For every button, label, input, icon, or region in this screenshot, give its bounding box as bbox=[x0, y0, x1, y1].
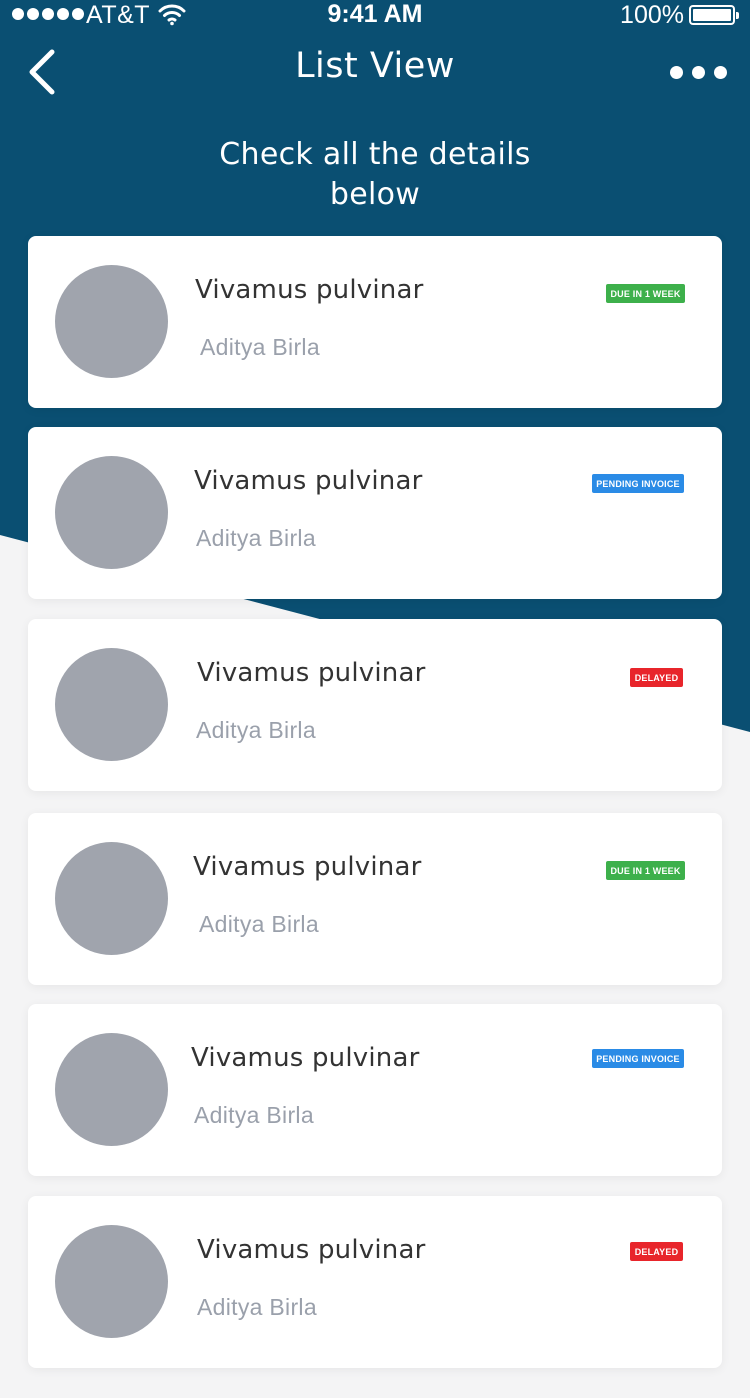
list-item[interactable]: Vivamus pulvinar Aditya Birla DELAYED bbox=[28, 619, 722, 791]
page-subtitle: Check all the details below bbox=[175, 135, 575, 215]
avatar bbox=[55, 842, 168, 955]
list-item-title: Vivamus pulvinar bbox=[191, 1043, 420, 1073]
list-item-title: Vivamus pulvinar bbox=[194, 466, 423, 496]
status-badge: PENDING INVOICE bbox=[592, 474, 684, 493]
list-item-title: Vivamus pulvinar bbox=[197, 658, 426, 688]
list-item-subtitle: Aditya Birla bbox=[199, 911, 319, 937]
navigation-bar: List View bbox=[0, 40, 750, 100]
more-options-icon[interactable] bbox=[670, 66, 727, 79]
list-item-subtitle: Aditya Birla bbox=[200, 334, 320, 360]
avatar bbox=[55, 265, 168, 378]
list-item-title: Vivamus pulvinar bbox=[193, 852, 422, 882]
status-badge: PENDING INVOICE bbox=[592, 1049, 684, 1068]
battery-icon bbox=[689, 5, 739, 25]
list-item-subtitle: Aditya Birla bbox=[194, 1102, 314, 1128]
list-item-title: Vivamus pulvinar bbox=[197, 1235, 426, 1265]
subtitle-line-1: Check all the details bbox=[219, 137, 531, 172]
status-badge: DELAYED bbox=[630, 668, 683, 687]
battery-percentage: 100% bbox=[620, 1, 684, 29]
status-badge: DUE IN 1 WEEK bbox=[606, 284, 685, 303]
avatar bbox=[55, 456, 168, 569]
status-badge: DELAYED bbox=[630, 1242, 683, 1261]
avatar bbox=[55, 1033, 168, 1146]
list-item-subtitle: Aditya Birla bbox=[196, 717, 316, 743]
avatar bbox=[55, 1225, 168, 1338]
list-item[interactable]: Vivamus pulvinar Aditya Birla PENDING IN… bbox=[28, 1004, 722, 1176]
page-title: List View bbox=[295, 46, 455, 86]
list-item-subtitle: Aditya Birla bbox=[197, 1294, 317, 1320]
subtitle-line-2: below bbox=[329, 177, 421, 212]
list-item[interactable]: Vivamus pulvinar Aditya Birla PENDING IN… bbox=[28, 427, 722, 599]
list-item-subtitle: Aditya Birla bbox=[196, 525, 316, 551]
list-item[interactable]: Vivamus pulvinar Aditya Birla DUE IN 1 W… bbox=[28, 813, 722, 985]
list-item[interactable]: Vivamus pulvinar Aditya Birla DUE IN 1 W… bbox=[28, 236, 722, 408]
status-badge: DUE IN 1 WEEK bbox=[606, 861, 685, 880]
status-bar: AT&T 9:41 AM 100% bbox=[0, 0, 750, 30]
list-item[interactable]: Vivamus pulvinar Aditya Birla DELAYED bbox=[28, 1196, 722, 1368]
avatar bbox=[55, 648, 168, 761]
list-item-title: Vivamus pulvinar bbox=[195, 275, 424, 305]
